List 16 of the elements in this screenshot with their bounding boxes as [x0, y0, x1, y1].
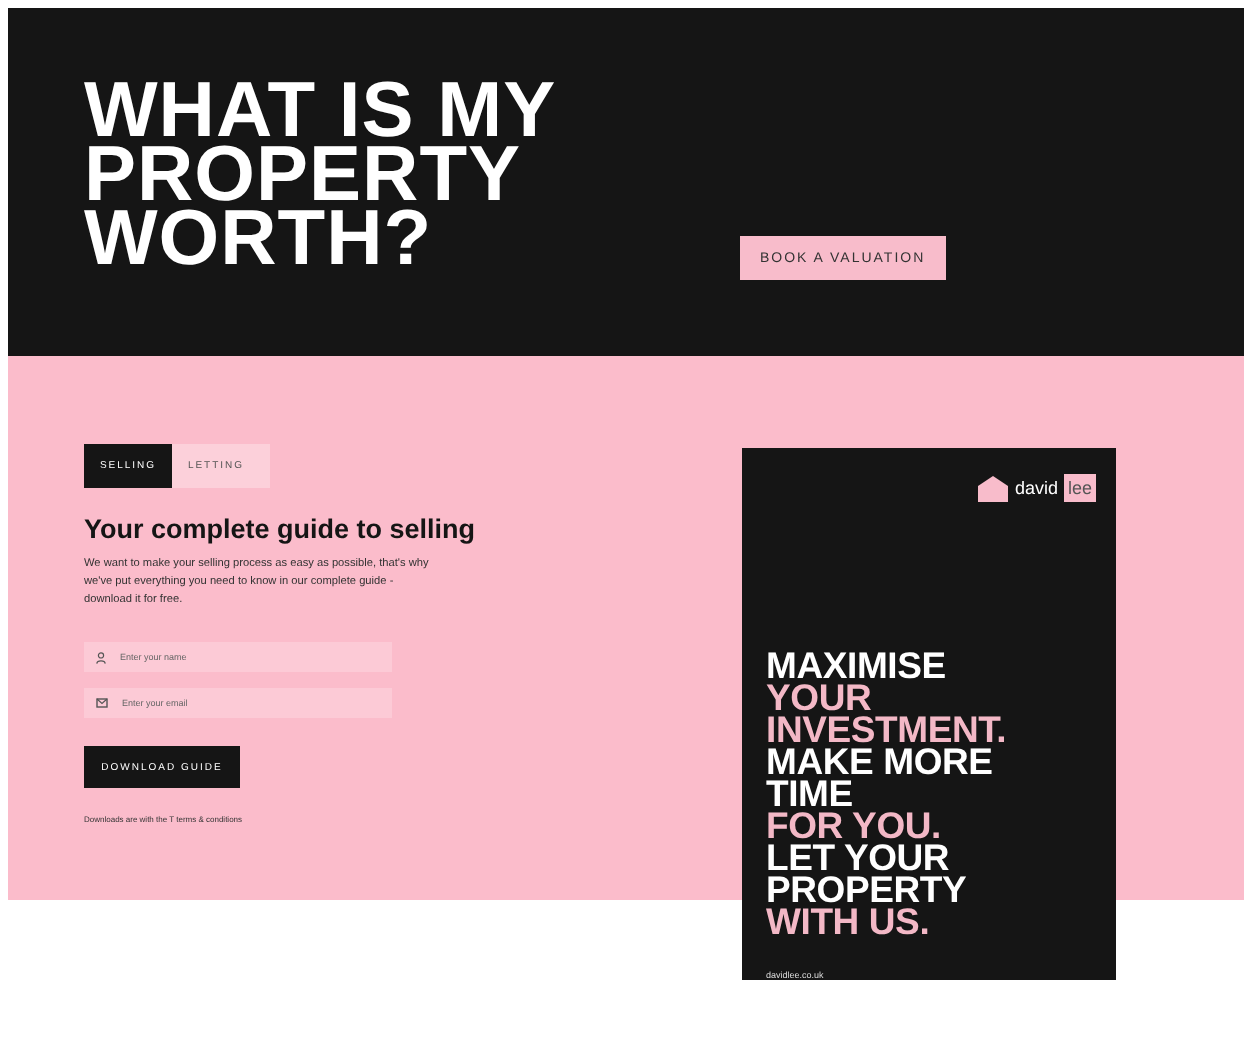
brochure-slogan-line: TIME	[766, 778, 853, 810]
logo-text: david	[1014, 478, 1058, 498]
envelope-icon	[96, 698, 108, 708]
person-icon	[96, 651, 106, 663]
brochure-slogan-line: INVESTMENT.	[766, 714, 1009, 746]
hero-title: WHAT IS MY PROPERTY WORTH?	[84, 80, 559, 272]
brochure-slogan-line: MAKE MORE	[766, 746, 993, 778]
house-icon	[978, 475, 1009, 501]
brochure-slogan-line: PROPERTY	[766, 874, 969, 906]
brochure-slogan-line: FOR YOU.	[766, 810, 941, 842]
brochure-slogan-line: WITH US.	[766, 906, 930, 938]
brochure-slogan-line: YOUR	[766, 682, 872, 714]
brochure-slogan-line: MAXIMISE	[766, 650, 948, 682]
brochure-slogan-line: LET YOUR	[766, 842, 950, 874]
logo-badge: lee	[1063, 474, 1096, 502]
guide-heading: Your complete guide to selling	[84, 514, 478, 544]
